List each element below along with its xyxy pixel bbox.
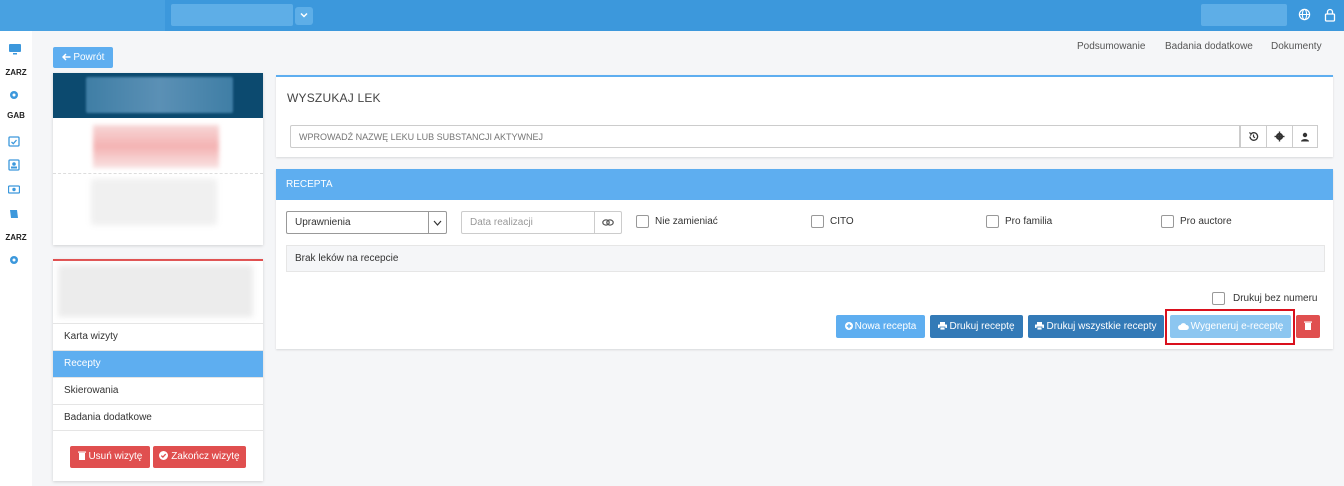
delete-visit-label: Usuń wizytę [88,451,143,462]
nav-label-zarz-2: ZARZ [5,233,27,242]
money-icon[interactable] [7,183,22,197]
user-name-badge[interactable] [1201,4,1287,26]
search-title: WYSZUKAJ LEK [287,91,381,105]
visit-menu-item-referrals[interactable]: Skierowania [53,377,263,404]
pro-auctore-label: Pro auctore [1180,216,1232,228]
patient-card-icon[interactable] [8,159,22,173]
gear-icon[interactable] [1266,125,1293,148]
highlight-box [1165,309,1295,345]
print-prescription-button[interactable]: Drukuj receptę [930,315,1023,338]
print-no-number-checkbox[interactable]: Drukuj bez numeru [1212,292,1317,306]
realization-date-placeholder: Data realizacji [470,217,533,228]
pro-auctore-checkbox[interactable]: Pro auctore [1161,215,1232,229]
patient-details-redacted [91,179,217,225]
back-button[interactable]: Powrót [53,47,113,68]
new-prescription-button[interactable]: Nowa recepta [836,315,925,338]
permissions-select[interactable]: Uprawnienia [286,211,447,234]
back-button-label: Powrót [73,52,105,63]
checkbox-box[interactable] [811,215,824,228]
link-documents[interactable]: Dokumenty [1271,41,1322,53]
checkbox-box[interactable] [1212,292,1225,305]
cito-label: CITO [830,216,854,228]
link-icon[interactable] [594,212,621,233]
book-icon[interactable] [8,208,22,222]
empty-prescription-message: Brak leków na recepcie [286,245,1325,272]
new-prescription-label: Nowa recepta [854,321,917,332]
link-summary[interactable]: Podsumowanie [1077,41,1145,53]
print-all-prescriptions-button[interactable]: Drukuj wszystkie recepty [1028,315,1164,338]
top-bar [0,0,1344,31]
visit-menu-item-prescriptions[interactable]: Recepty [53,350,263,377]
no-replace-checkbox[interactable]: Nie zamieniać [636,215,718,229]
drug-search-input[interactable] [290,125,1240,148]
visit-menu: Karta wizyty Recepty Skierowania Badania… [53,323,263,431]
patient-name-redacted [86,77,233,113]
checkbox-box[interactable] [1161,215,1174,228]
print-prescription-label: Drukuj receptę [949,321,1015,332]
cito-checkbox[interactable]: CITO [811,215,854,229]
nav-label-gab: GAB [7,111,25,120]
prescription-header: RECEPTA [276,169,1333,200]
drug-search-panel: WYSZUKAJ LEK [276,75,1333,157]
print-no-number-label: Drukuj bez numeru [1233,293,1318,305]
lock-icon[interactable] [1324,8,1338,22]
chevron-down-icon[interactable] [295,7,313,25]
visit-menu-item-extra-tests[interactable]: Badania dodatkowe [53,404,263,431]
gear-icon[interactable] [8,89,22,103]
patient-info-redacted [93,125,219,168]
user-icon[interactable] [1292,125,1318,148]
nav-label-zarz: ZARZ [5,68,27,77]
side-mini-nav: ZARZ GAB ZARZ [0,31,32,486]
delete-prescription-button[interactable] [1296,315,1320,338]
link-extra-tests[interactable]: Badania dodatkowe [1165,41,1253,53]
visit-info-redacted [58,265,253,317]
history-icon[interactable] [1240,125,1267,148]
patient-card-header [53,73,263,118]
patient-card [53,73,263,245]
monitor-icon[interactable] [8,42,22,56]
finish-visit-label: Zakończ wizytę [171,451,240,462]
delete-visit-button[interactable]: Usuń wizytę [70,446,150,468]
divider [53,173,263,174]
print-all-label: Drukuj wszystkie recepty [1046,321,1157,332]
calendar-check-icon[interactable] [8,135,22,149]
finish-visit-button[interactable]: Zakończ wizytę [153,446,246,468]
prescription-panel: RECEPTA Uprawnienia Data realizacji Nie … [276,169,1333,349]
gear-icon[interactable] [8,254,22,268]
checkbox-box[interactable] [636,215,649,228]
chevron-down-icon [428,212,446,233]
realization-date-field[interactable]: Data realizacji [461,211,622,234]
visit-card: Karta wizyty Recepty Skierowania Badania… [53,259,263,481]
logo-area [0,0,165,31]
pro-familia-label: Pro familia [1005,216,1053,228]
permissions-value: Uprawnienia [295,217,351,228]
visit-menu-item-card[interactable]: Karta wizyty [53,323,263,350]
no-replace-label: Nie zamieniać [655,216,718,228]
globe-icon[interactable] [1298,8,1312,22]
checkbox-box[interactable] [986,215,999,228]
pro-familia-checkbox[interactable]: Pro familia [986,215,1052,229]
clinic-selector[interactable] [171,4,293,26]
